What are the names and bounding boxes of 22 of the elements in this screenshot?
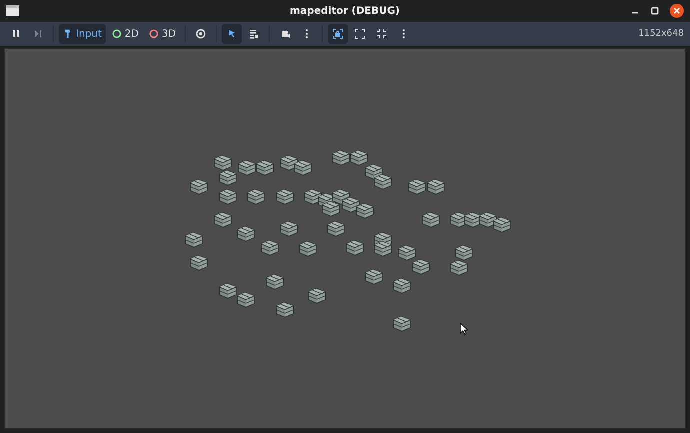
circle-icon <box>148 29 159 39</box>
maximize-icon[interactable] <box>650 6 660 16</box>
circle-icon <box>112 29 122 39</box>
window-icon <box>6 5 20 17</box>
lock-icon <box>332 28 344 40</box>
step-icon <box>32 28 44 40</box>
close-icon[interactable] <box>670 4 684 18</box>
shrink-icon <box>376 28 388 40</box>
list-icon <box>248 28 260 40</box>
select-button[interactable] <box>222 24 242 44</box>
2d-button[interactable]: 2D <box>108 24 143 44</box>
resolution-label: 1152x648 <box>638 29 684 39</box>
pause-icon <box>10 28 22 40</box>
camera-icon <box>279 28 292 40</box>
mouse-pointer-icon <box>460 323 468 335</box>
input-button[interactable]: Input <box>59 24 106 44</box>
window-title: mapeditor (DEBUG) <box>290 6 400 16</box>
eye-icon <box>195 28 208 40</box>
expand-icon <box>354 28 366 40</box>
3d-button[interactable]: 3D <box>144 24 180 44</box>
lock-button[interactable] <box>328 24 348 44</box>
pin-icon <box>63 29 73 39</box>
